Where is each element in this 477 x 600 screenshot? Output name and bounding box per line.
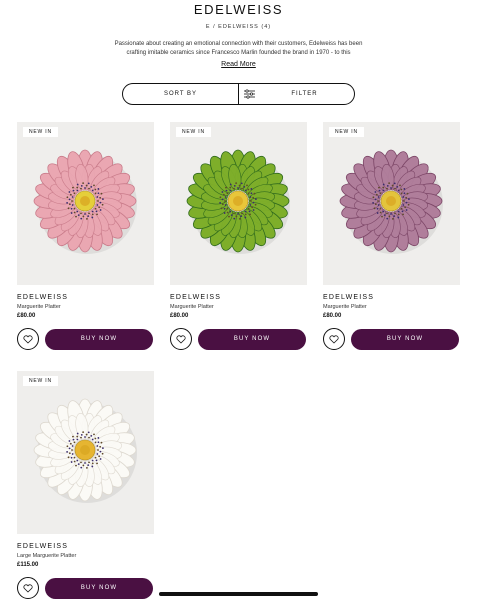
product-card[interactable]: NEW IN EDELWEISS Marguerite Platter £80.… bbox=[323, 122, 460, 350]
buy-now-button[interactable]: BUY NOW bbox=[351, 328, 459, 350]
heart-icon bbox=[176, 334, 186, 344]
heart-icon bbox=[329, 334, 339, 344]
wishlist-button[interactable] bbox=[170, 328, 192, 350]
buy-now-button[interactable]: BUY NOW bbox=[198, 328, 306, 350]
product-image[interactable]: NEW IN bbox=[17, 122, 154, 285]
heart-icon bbox=[23, 583, 33, 593]
wishlist-button[interactable] bbox=[17, 577, 39, 599]
green-daisy-platter-icon bbox=[186, 149, 290, 254]
wishlist-button[interactable] bbox=[17, 328, 39, 350]
white-daisy-platter-icon bbox=[33, 398, 137, 503]
brand-description: Passionate about creating an emotional c… bbox=[114, 41, 363, 56]
page-title: EDELWEISS bbox=[193, 2, 284, 17]
purple-daisy-platter-icon bbox=[339, 149, 443, 254]
product-name[interactable]: Marguerite Platter bbox=[323, 304, 460, 310]
product-image[interactable]: NEW IN bbox=[170, 122, 307, 285]
wishlist-button[interactable] bbox=[323, 328, 345, 350]
heart-icon bbox=[23, 334, 33, 344]
breadcrumb[interactable]: E / EDELWEISS (4) bbox=[0, 24, 477, 30]
new-in-badge: NEW IN bbox=[329, 127, 364, 137]
product-price: £80.00 bbox=[323, 313, 342, 319]
product-card[interactable]: NEW IN EDELWEISS Marguerite Platter £80.… bbox=[170, 122, 307, 350]
filter-label: FILTER bbox=[291, 91, 318, 97]
pink-daisy-platter-icon bbox=[33, 149, 137, 254]
product-brand: EDELWEISS bbox=[17, 294, 69, 301]
sort-by-label: SORT BY bbox=[163, 91, 198, 97]
product-name[interactable]: Large Marguerite Platter bbox=[17, 553, 154, 559]
product-brand: EDELWEISS bbox=[170, 294, 222, 301]
sort-filter-bar: SORT BY FILTER bbox=[122, 83, 355, 105]
home-indicator bbox=[159, 592, 318, 596]
buy-now-button[interactable]: BUY NOW bbox=[45, 577, 153, 599]
product-price: £80.00 bbox=[170, 313, 189, 319]
read-more-link[interactable]: Read More bbox=[0, 61, 477, 68]
product-name[interactable]: Marguerite Platter bbox=[170, 304, 307, 310]
product-image[interactable]: NEW IN bbox=[323, 122, 460, 285]
filter-sliders-icon bbox=[244, 89, 255, 99]
new-in-badge: NEW IN bbox=[23, 127, 58, 137]
product-name[interactable]: Marguerite Platter bbox=[17, 304, 154, 310]
product-image[interactable]: NEW IN bbox=[17, 371, 154, 534]
product-price: £80.00 bbox=[17, 313, 36, 319]
product-price: £115.00 bbox=[17, 562, 39, 568]
new-in-badge: NEW IN bbox=[23, 376, 58, 386]
product-card[interactable]: NEW IN EDELWEISS Large Marguerite Platte… bbox=[17, 371, 154, 599]
product-brand: EDELWEISS bbox=[17, 543, 69, 550]
product-brand: EDELWEISS bbox=[323, 294, 375, 301]
sort-by-button[interactable]: SORT BY bbox=[123, 84, 239, 104]
new-in-badge: NEW IN bbox=[176, 127, 211, 137]
buy-now-button[interactable]: BUY NOW bbox=[45, 328, 153, 350]
product-card[interactable]: NEW IN EDELWEISS Marguerite Platter £80.… bbox=[17, 122, 154, 350]
filter-button[interactable]: FILTER bbox=[239, 84, 354, 104]
